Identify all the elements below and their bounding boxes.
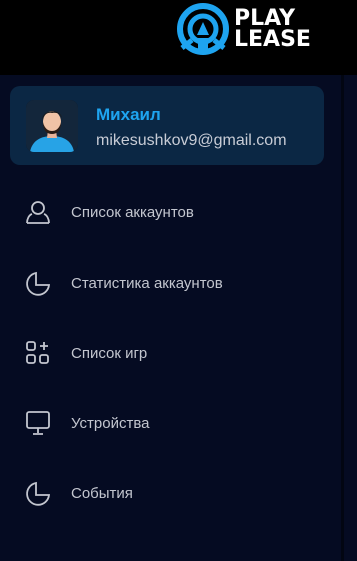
grid-plus-icon (25, 340, 51, 366)
sidebar-item-label: События (71, 484, 133, 502)
playlease-logo-icon (177, 3, 229, 55)
pie-chart-icon (25, 270, 51, 296)
sidebar-item-label: Устройства (71, 414, 150, 432)
sidebar: Михаил mikesushkov9@gmail.com Список акк… (0, 75, 341, 561)
sidebar-item-label: Список игр (71, 344, 148, 362)
monitor-icon (25, 410, 51, 436)
pie-chart-icon (25, 480, 51, 506)
content-area (344, 75, 357, 561)
logo-text-play: PLAY (234, 6, 295, 31)
sidebar-item-label: Статистика аккаунтов (71, 274, 223, 292)
top-bar: PLAY LEASE (0, 0, 357, 75)
profile-email: mikesushkov9@gmail.com (96, 132, 287, 149)
sidebar-item-games-list[interactable]: Список игр (0, 331, 341, 375)
user-icon (25, 199, 51, 225)
sidebar-item-accounts-list[interactable]: Список аккаунтов (0, 190, 341, 234)
user-avatar (26, 100, 78, 152)
app-root: PLAY LEASE Михаил mikesushkov9@gmail.com (0, 0, 357, 561)
logo-text-lease: LEASE (234, 27, 311, 52)
sidebar-item-label: Список аккаунтов (71, 203, 194, 221)
profile-card[interactable]: Михаил mikesushkov9@gmail.com (10, 86, 324, 165)
avatar-image (26, 100, 78, 152)
profile-name: Михаил (96, 105, 161, 124)
sidebar-item-accounts-stats[interactable]: Статистика аккаунтов (0, 261, 341, 305)
playlease-logo[interactable]: PLAY LEASE (176, 2, 336, 56)
sidebar-item-devices[interactable]: Устройства (0, 401, 341, 445)
logo-wordmark: PLAY LEASE (234, 6, 311, 52)
sidebar-item-events[interactable]: События (0, 471, 341, 515)
